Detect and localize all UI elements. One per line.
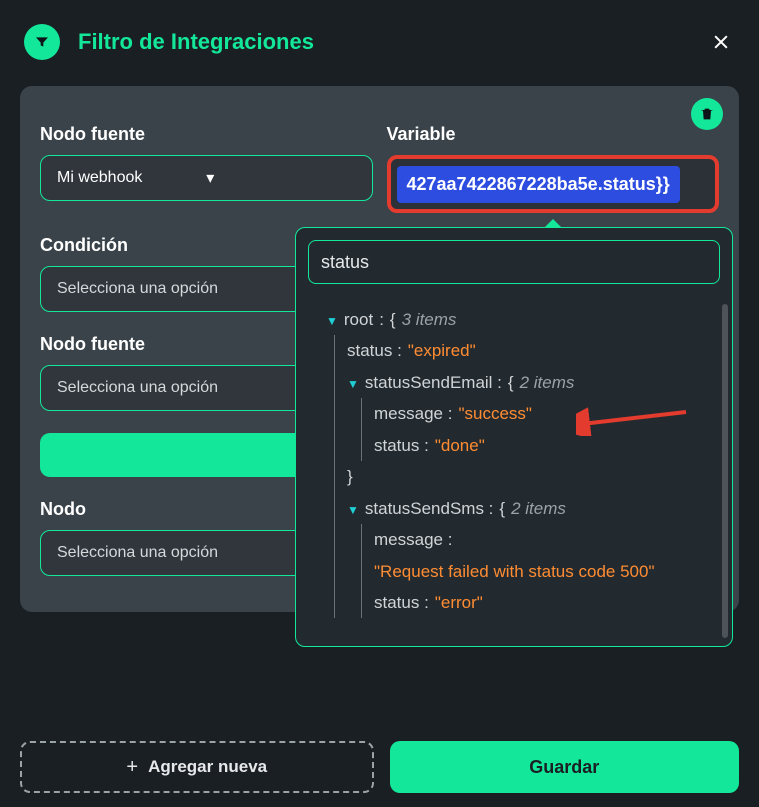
tree-item-send-sms[interactable]: ▼ statusSendSms : { 2 items [347,493,726,524]
tree-item[interactable]: status : "error" [374,587,726,618]
tree-item[interactable]: "Request failed with status code 500" [374,556,726,587]
tree-item[interactable]: message : [374,524,726,555]
page-title: Filtro de Integraciones [78,29,711,55]
scrollbar[interactable] [722,304,728,638]
caret-down-icon[interactable]: ▼ [347,493,359,521]
variable-value: 427aa7422867228ba5e.status}} [397,166,680,203]
variable-input[interactable]: 427aa7422867228ba5e.status}} [387,155,720,213]
search-input[interactable] [321,252,707,273]
save-button[interactable]: Guardar [390,741,740,793]
variable-label: Variable [387,124,720,145]
search-input-wrap[interactable] [308,240,720,284]
tree-item[interactable]: message : "success" [374,398,726,429]
chevron-down-icon: ▾ [206,168,355,188]
filter-icon [24,24,60,60]
variable-picker-popover: ▼ root : { 3 items status : "expired" ▼ … [295,227,733,647]
add-new-button[interactable]: + Agregar nueva [20,741,374,793]
caret-down-icon[interactable]: ▼ [347,367,359,395]
source-node-label: Nodo fuente [40,124,373,145]
delete-button[interactable] [691,98,723,130]
caret-down-icon[interactable]: ▼ [326,304,338,332]
plus-icon: + [126,756,138,779]
source-node-select[interactable]: Mi webhook ▾ [40,155,373,201]
tree-item-status[interactable]: status : "expired" [347,335,726,366]
close-icon[interactable] [711,32,731,52]
source-node-value: Mi webhook [57,169,206,187]
json-tree[interactable]: ▼ root : { 3 items status : "expired" ▼ … [296,296,732,646]
tree-item[interactable]: status : "done" [374,430,726,461]
tree-item-send-email[interactable]: ▼ statusSendEmail : { 2 items [347,367,726,398]
